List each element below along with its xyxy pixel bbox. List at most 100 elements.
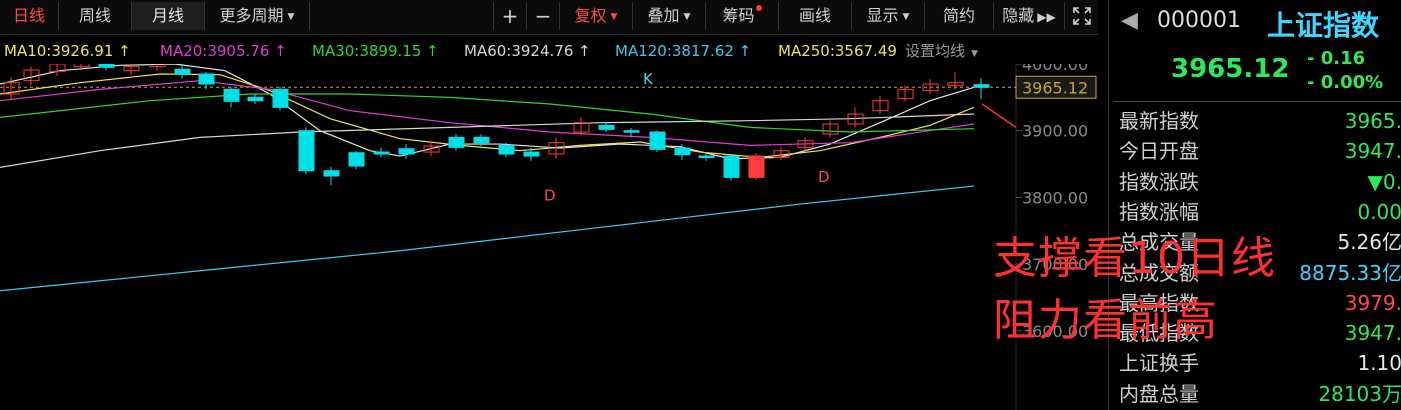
ma30-label: MA30:3899.15 ↑ (312, 42, 439, 60)
ma10-label: MA10:3926.91 ↑ (4, 42, 131, 60)
zoom-out-button[interactable]: − (526, 2, 559, 30)
chevron-down-icon: ▼ (902, 12, 910, 22)
tab-more-periods[interactable]: 更多周期 ▼ (205, 2, 310, 30)
kline-chart[interactable]: 4000.003900.003800.003700.003600.003965.… (0, 64, 1098, 410)
ma-settings-button[interactable]: 设置均线 ▼ (905, 38, 978, 64)
candle-body (723, 155, 740, 178)
quote-row-label: 今日开盘 (1119, 139, 1199, 164)
quote-row-value: ▼0. (1367, 169, 1401, 194)
quote-row-value: 3947. (1344, 321, 1401, 346)
d-signal-label: D (544, 187, 556, 205)
chevron-down-icon: ▼ (610, 12, 618, 22)
adjust-label: 复权 (574, 6, 607, 25)
k-signal-label: K (643, 70, 654, 88)
candle-body (98, 64, 115, 68)
candle-body (649, 131, 666, 150)
quote-row-value: 1.10 (1357, 351, 1401, 376)
candle-body (174, 68, 191, 75)
candle-body (198, 73, 215, 85)
tab-daily[interactable]: 日线 (0, 2, 59, 30)
index-quote-panel: ◀ 000001 上证指数 3965.12 - 0.16 - 0.00% 最新指… (1108, 0, 1401, 410)
double-chevron-right-icon: ▶▶ (1037, 10, 1056, 24)
quote-row: 今日开盘 3947. (1119, 136, 1401, 166)
quote-row: 上证换手 1.10 (1119, 348, 1401, 378)
notification-dot-icon (755, 5, 762, 11)
quote-row: 内盘总量 28103万 (1119, 379, 1401, 409)
quote-row-value: 0.00 (1357, 199, 1401, 224)
y-tick-label: 3800.00 (1022, 188, 1088, 207)
candle-body (498, 144, 515, 155)
fullscreen-button[interactable] (1064, 2, 1099, 30)
chevron-down-icon: ▼ (971, 49, 978, 59)
chevron-down-icon: ▼ (287, 12, 295, 22)
moving-average-legend: MA10:3926.91 ↑ MA20:3905.76 ↑ MA30:3899.… (0, 38, 1098, 64)
quote-row-value: 5.26亿 (1337, 230, 1401, 255)
quote-row: 最新指数 3965. (1119, 106, 1401, 136)
quote-row-value: 28103万 (1318, 381, 1401, 406)
overlay-label: 叠加 (647, 6, 680, 25)
draw-button[interactable]: 画线 (778, 2, 851, 30)
candle-body (698, 155, 715, 159)
candle-body (448, 136, 465, 148)
index-change: - 0.16 (1307, 48, 1366, 69)
annotation-arrow (981, 103, 1017, 128)
index-price: 3965.12 (1171, 54, 1290, 84)
overlay-button[interactable]: 叠加 ▼ (632, 2, 705, 30)
ma120-label: MA120:3817.62 ↑ (615, 42, 752, 60)
display-button[interactable]: 显示 ▼ (851, 2, 924, 30)
quote-row-label: 内盘总量 (1119, 381, 1199, 406)
quote-row-value: 3947. (1344, 139, 1401, 164)
candle-body (398, 148, 415, 155)
display-label: 显示 (866, 6, 899, 25)
candle-body (223, 88, 240, 102)
ma250-label: MA250:3567.49 (778, 42, 897, 60)
hide-button[interactable]: 隐藏 ▶▶ (993, 2, 1064, 30)
index-name: 上证指数 (1267, 9, 1380, 42)
chips-button[interactable]: 筹码 (705, 2, 778, 30)
quote-row-label: 上证换手 (1119, 351, 1199, 376)
candle-body (748, 155, 765, 178)
current-price-label: 3965.12 (1022, 78, 1088, 97)
chart-toolbar: 日线 周线 月线 更多周期 ▼ + − 复权 ▼ 叠加 ▼ 筹码 画线 显示 ▼ 简约 … (0, 0, 1098, 35)
y-tick-label: 3900.00 (1022, 122, 1088, 141)
quote-row-label: 最新指数 (1119, 109, 1199, 133)
candle-body (598, 124, 615, 130)
chevron-down-icon: ▼ (683, 12, 691, 22)
annotation-line-1: 支撑看10日线 (993, 233, 1276, 284)
tab-monthly[interactable]: 月线 (132, 2, 205, 30)
simple-button[interactable]: 简约 (924, 2, 993, 30)
ma120-line (0, 185, 975, 292)
quote-row: 指数涨跌 ▼0. (1119, 167, 1401, 197)
adjust-button[interactable]: 复权 ▼ (559, 2, 632, 30)
index-code: 000001 (1157, 8, 1241, 33)
quote-row-value: 3979. (1344, 290, 1401, 315)
quote-row-label: 指数涨跌 (1119, 169, 1199, 194)
tab-weekly[interactable]: 周线 (59, 2, 132, 30)
zoom-in-button[interactable]: + (493, 2, 526, 30)
candles (3, 64, 990, 186)
divider (1113, 101, 1401, 102)
candle-body (298, 130, 315, 172)
candle-body (674, 147, 691, 156)
collapse-arrow-icon[interactable]: ◀ (1121, 8, 1138, 33)
hide-label: 隐藏 (1002, 6, 1035, 25)
ma20-line (0, 80, 975, 146)
candle-body (473, 136, 490, 144)
index-change-pct: - 0.00% (1307, 72, 1384, 93)
candle-body (272, 88, 289, 108)
quote-row-value: 8875.33亿 (1299, 260, 1401, 285)
y-tick-label: 4000.00 (1022, 64, 1088, 74)
candle-body (348, 152, 365, 167)
ma60-label: MA60:3924.76 ↑ (464, 42, 591, 60)
tab-more-periods-label: 更多周期 (219, 6, 284, 25)
candle-body (523, 151, 540, 157)
candle-body (623, 130, 640, 133)
candle-body (373, 151, 390, 155)
candle-body (323, 170, 340, 177)
chips-label: 筹码 (722, 6, 755, 25)
quote-row-value: 3965. (1344, 109, 1401, 133)
d-signal-label: D (818, 168, 830, 186)
fullscreen-icon (1073, 7, 1091, 25)
annotation-line-2: 阻力看前高 (993, 295, 1218, 346)
candle-body (973, 84, 990, 88)
